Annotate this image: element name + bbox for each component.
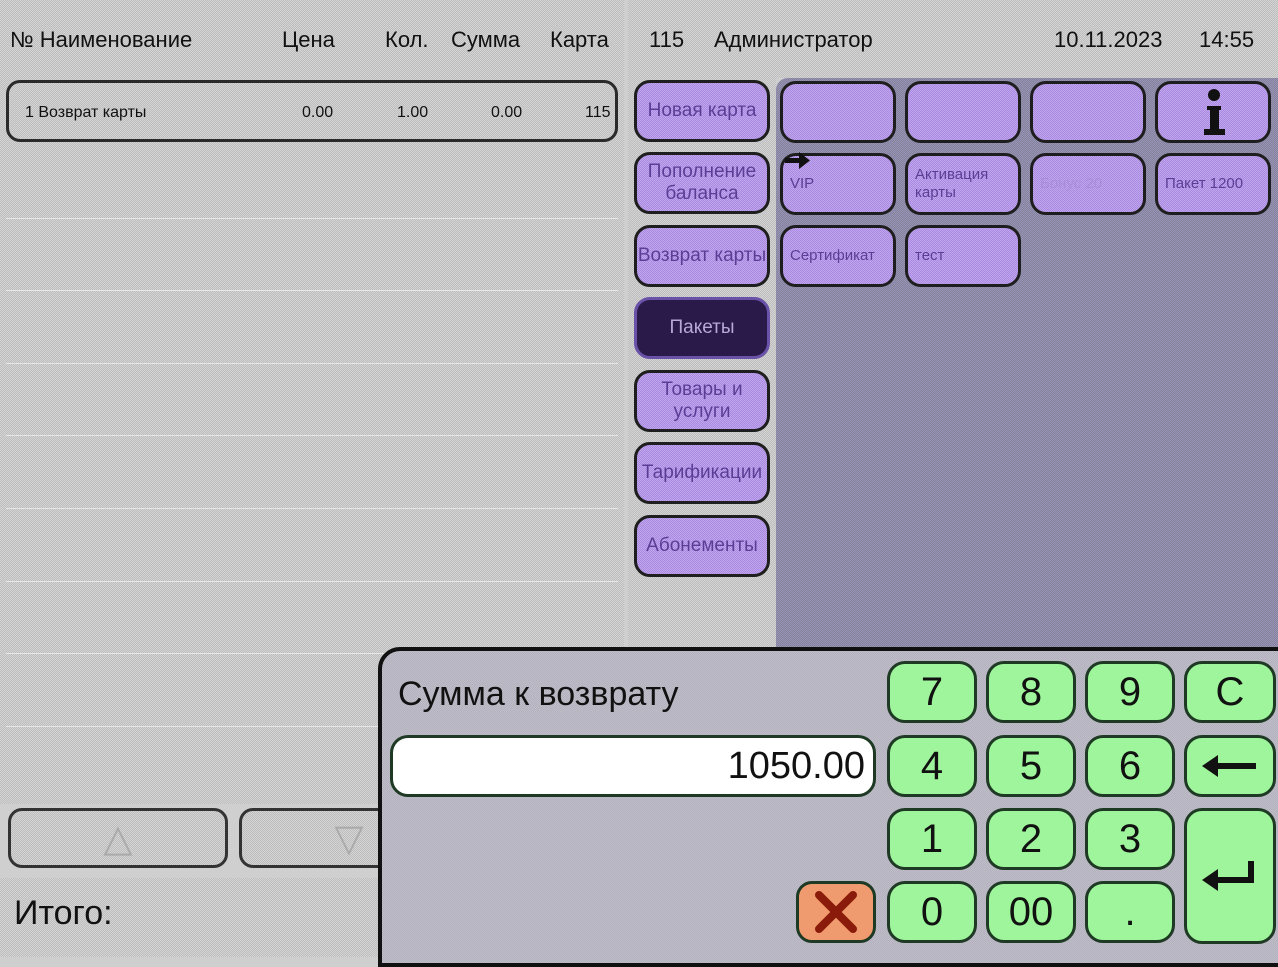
item-certificate[interactable]: Сертификат xyxy=(780,225,896,287)
category-packages[interactable]: Пакеты xyxy=(634,297,770,359)
item-card-activation[interactable]: Активация карты xyxy=(905,153,1021,215)
receipt-header: № Наименование Цена Кол. Сумма Карта xyxy=(0,0,624,78)
row-divider xyxy=(6,218,618,219)
amount-field[interactable]: 1050.00 xyxy=(390,735,876,797)
backspace-button[interactable] xyxy=(1184,735,1276,797)
col-header-card: Карта xyxy=(550,27,609,52)
key-1[interactable]: 1 xyxy=(887,808,977,870)
arrow-right-icon xyxy=(785,152,810,169)
category-column: Новая карта Пополнение баланса Возврат к… xyxy=(628,78,776,648)
item-label: Пакет 1200 xyxy=(1165,175,1244,192)
row-divider xyxy=(6,363,618,364)
col-header-sum: Сумма xyxy=(451,27,521,52)
row-card: 115 xyxy=(585,104,611,121)
item-label: Сертификат xyxy=(790,247,875,264)
category-label: Пополнение баланса xyxy=(647,161,757,204)
info-icon xyxy=(1204,89,1225,135)
total-label: Итого: xyxy=(14,894,113,932)
category-label: Новая карта xyxy=(647,100,757,121)
row-divider xyxy=(6,508,618,509)
current-date: 10.11.2023 xyxy=(1054,27,1163,52)
row-price: 0.00 xyxy=(302,104,334,121)
col-header-name: № Наименование xyxy=(10,27,193,52)
row-divider xyxy=(6,581,618,582)
item-empty-1[interactable] xyxy=(780,81,896,143)
triangle-up-icon: △ xyxy=(103,818,133,860)
key-8[interactable]: 8 xyxy=(986,661,1076,723)
category-label: Товары и услуги xyxy=(661,379,743,422)
item-test[interactable]: тест xyxy=(905,225,1021,287)
info-button[interactable] xyxy=(1155,81,1271,143)
row-divider xyxy=(6,290,618,291)
table-row[interactable]: 1 Возврат карты 0.00 1.00 0.00 115 xyxy=(6,80,618,142)
category-tariffs[interactable]: Тарификации xyxy=(634,442,770,504)
close-icon xyxy=(815,891,857,933)
key-7[interactable]: 7 xyxy=(887,661,977,723)
item-package-1200[interactable]: Пакет 1200 xyxy=(1155,153,1271,215)
scroll-up-button[interactable]: △ xyxy=(8,808,228,868)
col-header-qty: Кол. xyxy=(385,27,429,52)
dialog-title: Сумма к возврату xyxy=(398,675,679,713)
item-vip[interactable]: VIP xyxy=(780,152,896,215)
items-panel: VIP Активация карты Бонус 20 Пакет 1200 … xyxy=(776,78,1278,648)
col-header-price: Цена xyxy=(282,27,335,52)
key-00[interactable]: 00 xyxy=(986,881,1076,943)
key-6[interactable]: 6 xyxy=(1085,735,1175,797)
key-decimal[interactable]: . xyxy=(1085,881,1175,943)
operator-name: Администратор xyxy=(714,27,873,52)
category-goods-services[interactable]: Товары и услуги xyxy=(634,370,770,432)
category-label: Тарификации xyxy=(641,462,763,483)
row-qty: 1.00 xyxy=(397,104,429,121)
category-label: Абонементы xyxy=(646,535,758,556)
key-0[interactable]: 0 xyxy=(887,881,977,943)
row-name: 1 Возврат карты xyxy=(25,104,147,121)
item-empty-3[interactable] xyxy=(1030,81,1146,143)
current-time: 14:55 xyxy=(1199,27,1255,52)
key-2[interactable]: 2 xyxy=(986,808,1076,870)
terminal-number: 115 xyxy=(649,27,685,52)
category-top-up[interactable]: Пополнение баланса xyxy=(634,152,770,214)
row-divider xyxy=(6,435,618,436)
category-new-card[interactable]: Новая карта xyxy=(634,80,770,142)
category-subscriptions[interactable]: Абонементы xyxy=(634,515,770,577)
key-9[interactable]: 9 xyxy=(1085,661,1175,723)
enter-icon xyxy=(1202,861,1254,891)
item-label: тест xyxy=(915,247,945,264)
clear-button[interactable]: C xyxy=(1184,661,1276,723)
item-bonus[interactable]: Бонус 20 xyxy=(1030,153,1146,215)
backspace-arrow-icon xyxy=(1202,755,1256,777)
enter-button[interactable] xyxy=(1184,808,1276,944)
category-label: Возврат карты xyxy=(637,245,767,266)
item-label: Активация карты xyxy=(915,166,989,201)
triangle-down-icon: ▽ xyxy=(334,818,364,860)
item-empty-2[interactable] xyxy=(905,81,1021,143)
row-sum: 0.00 xyxy=(491,104,523,121)
category-card-return[interactable]: Возврат карты xyxy=(634,225,770,287)
cancel-button[interactable] xyxy=(796,881,876,943)
key-5[interactable]: 5 xyxy=(986,735,1076,797)
return-amount-dialog: Сумма к возврату 1050.00 7 8 9 C 4 5 6 1… xyxy=(378,647,1278,967)
key-3[interactable]: 3 xyxy=(1085,808,1175,870)
item-label: VIP xyxy=(790,175,815,192)
category-label: Пакеты xyxy=(669,317,735,338)
item-label: Бонус 20 xyxy=(1040,175,1103,192)
key-4[interactable]: 4 xyxy=(887,735,977,797)
status-header: 115 Администратор 10.11.2023 14:55 xyxy=(628,0,1278,78)
